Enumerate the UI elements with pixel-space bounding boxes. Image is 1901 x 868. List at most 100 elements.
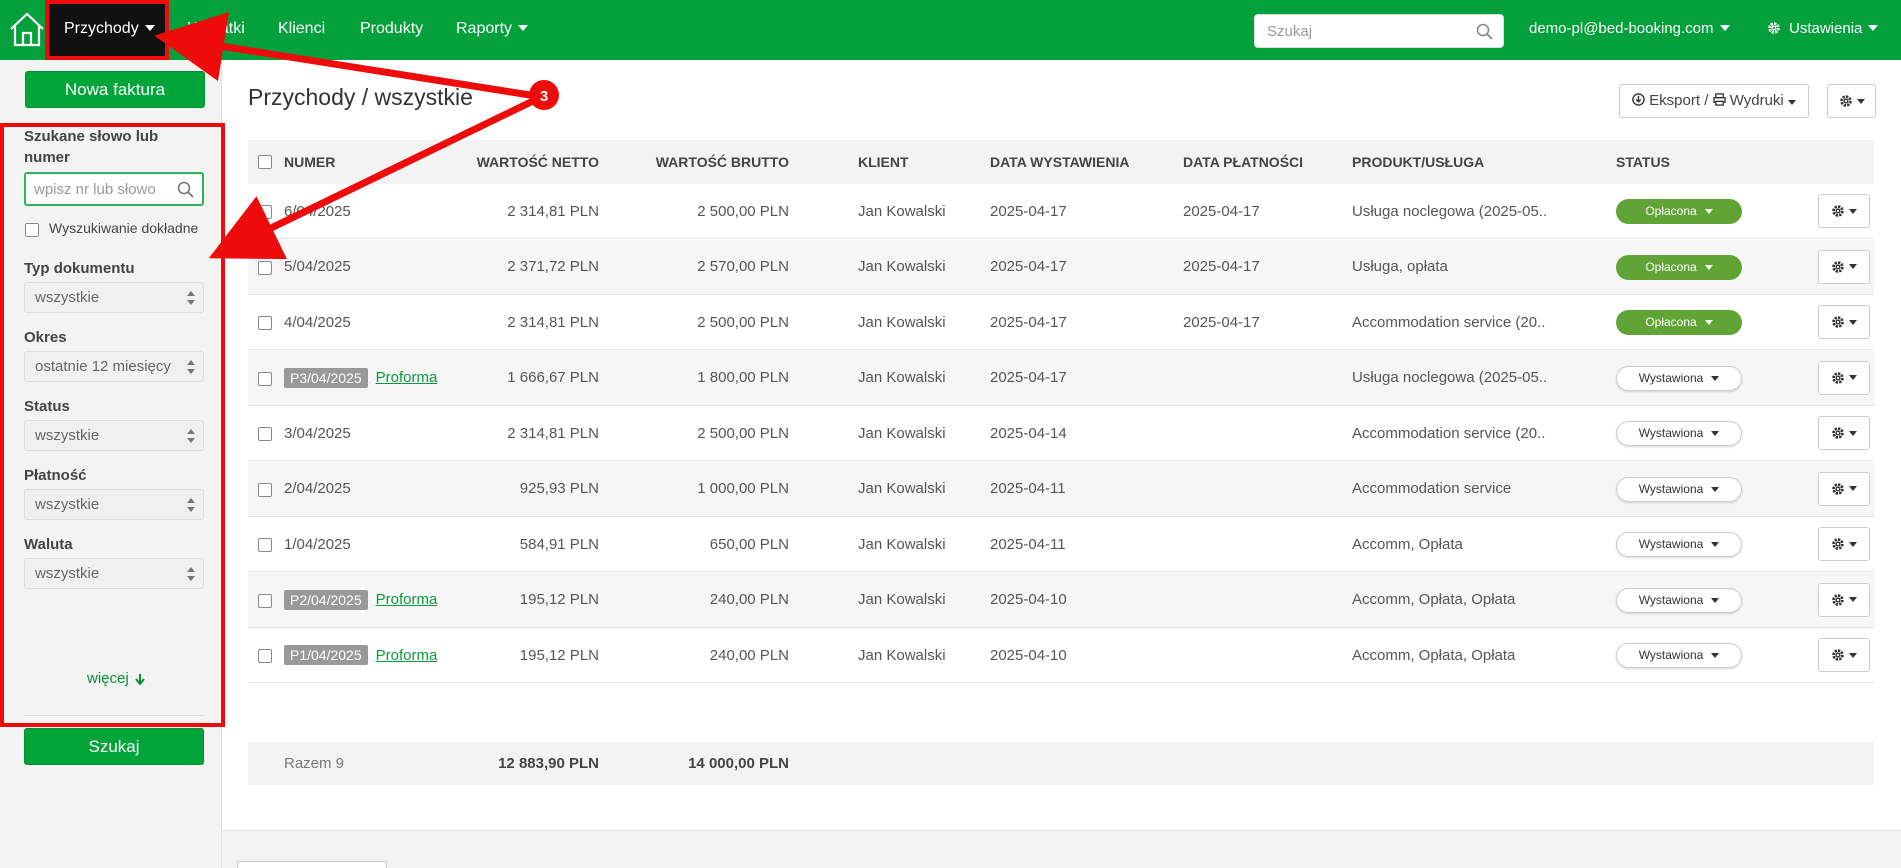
header-issue-date[interactable]: DATA WYSTAWIENIA [990,140,1129,184]
row-client: Jan Kowalski [858,591,946,608]
row-status-dropdown[interactable]: Wystawiona [1616,421,1742,446]
row-status-dropdown[interactable]: Opłacona [1616,254,1742,280]
row-product: Usługa noclegowa (2025-05.. [1352,202,1548,220]
row-number[interactable]: 5/04/2025 [284,240,351,294]
chevron-down-icon [1849,597,1857,602]
header-product[interactable]: PRODUKT/USŁUGA [1352,140,1484,184]
header-status[interactable]: STATUS [1616,140,1670,184]
row-issue-date: 2025-04-11 [990,535,1066,553]
nav-wydatki[interactable]: Wydatki [188,0,245,60]
row-gross-value: 1 000,00 PLN [697,480,789,497]
row-actions-button[interactable] [1818,582,1870,617]
row-number[interactable]: 6/04/2025 [284,184,351,238]
row-number[interactable]: P1/04/2025 Proforma [284,628,437,682]
gear-icon [1839,95,1852,107]
row-net-value: 2 314,81 PLN [507,202,599,220]
nav-raporty[interactable]: Raporty [456,0,529,60]
header-client[interactable]: KLIENT [858,140,909,184]
user-email: demo-pl@bed-booking.com [1529,20,1714,37]
row-actions-button[interactable] [1818,194,1870,228]
row-actions-button[interactable] [1818,305,1870,339]
row-status-label: Opłacona [1645,204,1697,218]
row-checkbox[interactable] [258,205,272,219]
table-row[interactable]: P2/04/2025 Proforma 195,12 PLN 240,00 PLN Ja… [248,572,1874,628]
table-row[interactable]: 3/04/2025 2 314,81 PLN 2 500,00 PLN Jan Kow… [248,406,1874,461]
row-checkbox[interactable] [258,482,272,497]
row-checkbox[interactable] [258,649,272,663]
row-number[interactable]: P3/04/2025 Proforma [284,351,437,405]
table-row[interactable]: 1/04/2025 584,91 PLN 650,00 PLN Jan Kowalsk… [248,517,1874,572]
export-print-button[interactable]: Eksport / Wydruki [1619,84,1809,118]
header-net[interactable]: WARTOŚĆ NETTO [428,140,599,184]
new-invoice-button[interactable]: Nowa faktura [25,71,205,108]
row-net-value: 2 314,81 PLN [507,313,599,331]
row-issue-date: 2025-04-10 [990,591,1067,608]
row-issue-date: 2025-04-17 [990,258,1067,275]
nav-raporty-label: Raporty [456,20,513,37]
global-search-input[interactable] [1255,15,1465,47]
table-row[interactable]: P1/04/2025 Proforma 195,12 PLN 240,00 PLN Ja… [248,628,1874,683]
settings-menu[interactable]: Ustawienia [1767,0,1879,60]
row-status-label: Opłacona [1645,315,1697,329]
row-status-dropdown[interactable]: Opłacona [1616,199,1742,224]
row-status-dropdown[interactable]: Wystawiona [1616,643,1742,668]
row-number[interactable]: 1/04/2025 [284,517,351,571]
table-row[interactable]: 2/04/2025 925,93 PLN 1 000,00 PLN Jan Kowal… [248,461,1874,517]
table-row[interactable]: 6/04/2025 2 314,81 PLN 2 500,00 PLN Jan Kow… [248,184,1874,239]
row-issue-date: 2025-04-11 [990,480,1066,497]
proforma-number-badge: P3/04/2025 [284,367,368,388]
footer-box [237,861,387,868]
row-status-label: Wystawiona [1638,537,1704,551]
select-all-checkbox[interactable] [258,155,272,169]
row-status-dropdown[interactable]: Wystawiona [1616,365,1742,391]
row-actions-button[interactable] [1818,638,1870,672]
page-footer [222,830,1901,868]
row-issue-date: 2025-04-17 [990,313,1067,331]
row-checkbox[interactable] [258,538,272,552]
row-actions-button[interactable] [1818,360,1870,395]
row-actions-button[interactable] [1818,527,1870,561]
user-menu[interactable]: demo-pl@bed-booking.com [1529,0,1730,60]
row-actions-button[interactable] [1818,471,1870,506]
row-number[interactable]: 2/04/2025 [284,462,351,516]
row-status-dropdown[interactable]: Wystawiona [1616,532,1742,557]
search-button[interactable]: Szukaj [24,728,204,765]
row-number[interactable]: 4/04/2025 [284,295,351,349]
home-icon[interactable] [7,9,47,49]
row-client: Jan Kowalski [858,313,946,331]
row-product: Usługa, opłata [1352,258,1448,275]
row-actions-button[interactable] [1818,249,1870,284]
list-settings-button[interactable] [1827,84,1876,118]
row-checkbox[interactable] [258,593,272,608]
row-status-dropdown[interactable]: Opłacona [1616,310,1742,335]
row-status-dropdown[interactable]: Wystawiona [1616,476,1742,502]
table-row[interactable]: 4/04/2025 2 314,81 PLN 2 500,00 PLN Jan Kow… [248,295,1874,350]
gear-icon [1832,316,1844,328]
table-row[interactable]: 5/04/2025 2 371,72 PLN 2 570,00 PLN Jan Kow… [248,239,1874,295]
chevron-down-icon [1787,100,1796,105]
chevron-down-icon [1711,542,1720,548]
row-number[interactable]: P2/04/2025 Proforma [284,573,437,627]
row-gross-value: 650,00 PLN [709,535,789,553]
row-checkbox[interactable] [258,371,272,386]
row-gross-value: 2 570,00 PLN [697,258,789,275]
row-checkbox[interactable] [258,427,272,441]
row-net-value: 1 666,67 PLN [507,369,599,386]
table-row[interactable]: P3/04/2025 Proforma 1 666,67 PLN 1 800,00 P… [248,350,1874,406]
chevron-down-icon [1849,486,1857,491]
header-number[interactable]: NUMER [284,140,335,184]
row-payment-date: 2025-04-17 [1183,202,1260,220]
nav-produkty[interactable]: Produkty [360,0,423,60]
row-client: Jan Kowalski [858,480,946,497]
header-gross[interactable]: WARTOŚĆ BRUTTO [598,140,789,184]
row-status-dropdown[interactable]: Wystawiona [1616,587,1742,613]
gear-icon [1832,482,1844,495]
search-icon[interactable] [1476,23,1493,40]
gear-icon [1832,260,1844,273]
row-actions-button[interactable] [1818,416,1870,450]
nav-klienci[interactable]: Klienci [278,0,325,60]
header-payment-date[interactable]: DATA PŁATNOŚCI [1183,140,1303,184]
row-number[interactable]: 3/04/2025 [284,406,351,460]
row-checkbox[interactable] [258,316,272,330]
row-checkbox[interactable] [258,260,272,275]
